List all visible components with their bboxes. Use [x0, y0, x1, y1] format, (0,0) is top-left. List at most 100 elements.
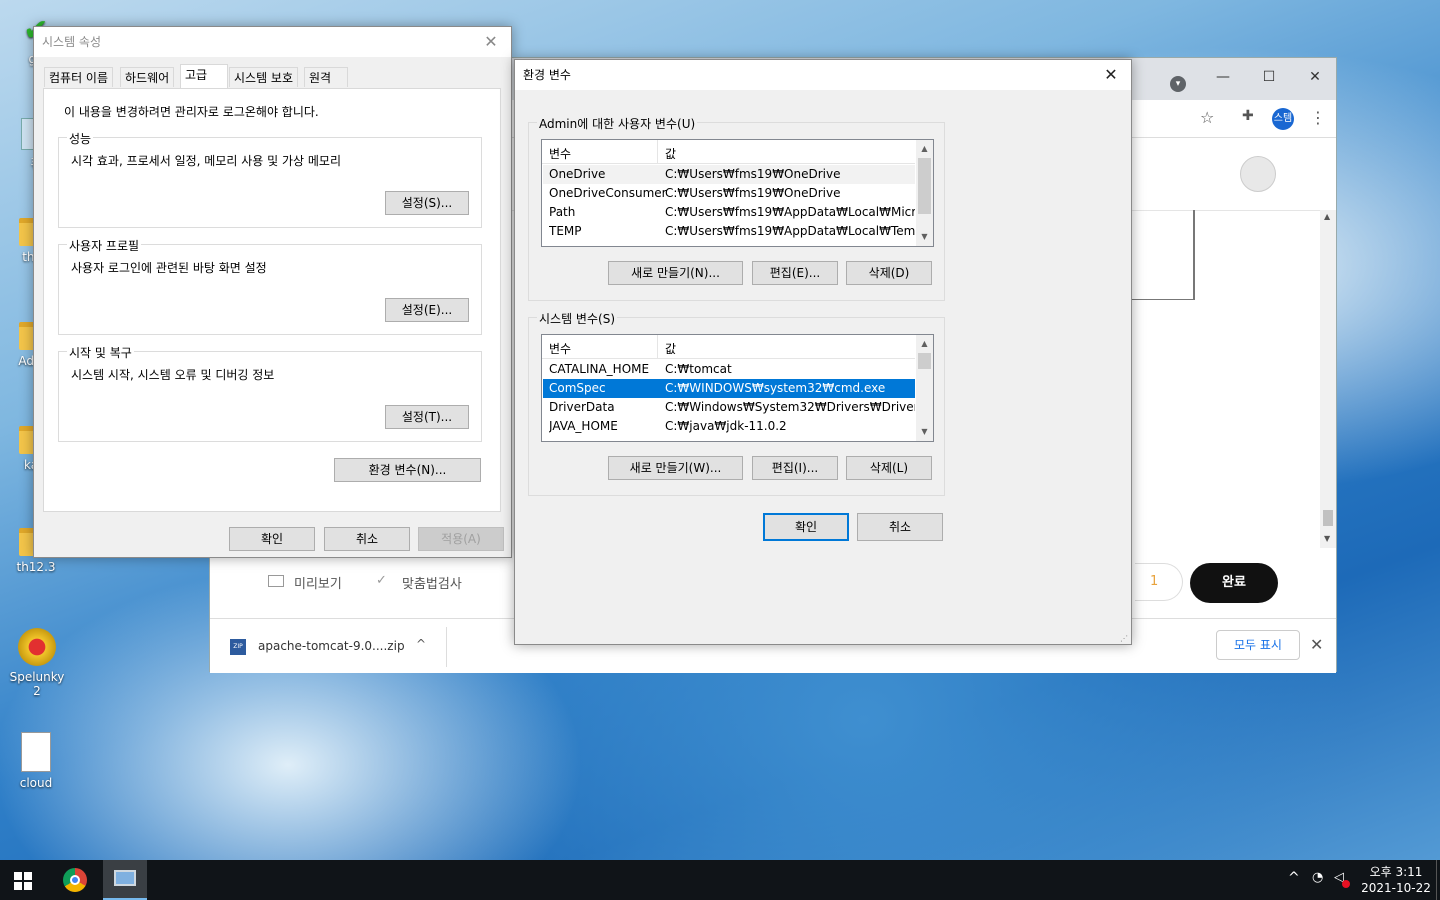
scroll-down-icon[interactable]: ▼ — [916, 232, 933, 241]
preview-button[interactable]: 미리보기 — [294, 573, 342, 592]
start-button-windows-icon[interactable] — [14, 872, 32, 890]
counter-pill — [1135, 563, 1183, 601]
column-header-variable[interactable]: 변수 — [549, 145, 571, 162]
list-item[interactable]: JAVA_HOME C:₩java₩jdk-11.0.2 — [543, 417, 915, 436]
desktop-icon-label: cloud — [19, 776, 53, 790]
variable-value: C:₩Users₩fms19₩AppData₩Local₩Micros... — [665, 205, 915, 219]
column-header-variable[interactable]: 변수 — [549, 340, 571, 357]
show-desktop-button[interactable] — [1436, 860, 1437, 900]
user-variables-group: Admin에 대한 사용자 변수(U) 변수 값 OneDrive C:₩Use… — [528, 115, 945, 301]
list-item-selected[interactable]: ComSpec C:₩WINDOWS₩system32₩cmd.exe — [543, 379, 915, 398]
dialog-titlebar: 환경 변수 — [515, 60, 1131, 90]
tab-computer-name[interactable]: 컴퓨터 이름 — [44, 67, 114, 87]
list-item[interactable]: DriverData C:₩Windows₩System32₩Drivers₩D… — [543, 398, 915, 417]
column-header-value[interactable]: 값 — [665, 145, 676, 162]
extensions-icon[interactable]: ✚ — [1242, 108, 1254, 124]
variable-value: C:₩Users₩fms19₩OneDrive — [665, 167, 841, 181]
performance-group: 성능 시각 효과, 프로세서 일정, 메모리 사용 및 가상 메모리 설정(S)… — [58, 130, 482, 228]
system-list-scrollbar[interactable]: ▲ ▼ — [916, 335, 933, 441]
counter-value: 1 — [1150, 574, 1159, 589]
system-delete-button[interactable]: 삭제(L) — [846, 456, 932, 480]
tab-search-icon[interactable]: ▾ — [1170, 76, 1186, 92]
cloud-avatar-icon[interactable] — [1240, 156, 1276, 192]
performance-settings-button[interactable]: 설정(S)... — [385, 191, 469, 215]
maximize-icon[interactable]: ☐ — [1246, 64, 1292, 90]
apply-button[interactable]: 적용(A) — [418, 527, 504, 551]
group-label: 사용자 프로필 — [67, 237, 142, 254]
user-new-button[interactable]: 새로 만들기(N)... — [608, 261, 743, 285]
variable-value: C:₩WINDOWS₩system32₩cmd.exe — [665, 381, 886, 395]
scroll-thumb[interactable] — [918, 353, 931, 369]
cancel-button[interactable]: 취소 — [324, 527, 410, 551]
scroll-up-icon[interactable]: ▲ — [1324, 212, 1330, 221]
list-header: 변수 값 — [542, 140, 915, 164]
column-header-value[interactable]: 값 — [665, 340, 676, 357]
tab-hardware[interactable]: 하드웨어 — [120, 67, 175, 87]
show-hidden-icons-chevron-icon[interactable]: ^ — [1288, 870, 1300, 886]
tab-advanced[interactable]: 고급 — [180, 64, 228, 88]
variable-name: Path — [549, 205, 576, 219]
done-button[interactable]: 완료 — [1190, 563, 1278, 603]
bookmark-star-icon[interactable]: ☆ — [1200, 108, 1214, 127]
ok-button[interactable]: 확인 — [763, 513, 849, 541]
document-icon — [21, 732, 51, 772]
network-icon[interactable]: ◔ — [1312, 870, 1323, 885]
download-bar-close-icon[interactable]: ✕ — [1310, 635, 1323, 654]
list-item[interactable]: TEMP C:₩Users₩fms19₩AppData₩Local₩Temp — [543, 222, 915, 241]
list-item[interactable]: CATALINA_HOME C:₩tomcat — [543, 360, 915, 379]
environment-variables-dialog: 환경 변수 ✕ Admin에 대한 사용자 변수(U) 변수 값 OneDriv… — [514, 59, 1132, 645]
desktop-icon-spelunky[interactable]: Spelunky 2 — [4, 628, 70, 698]
scroll-thumb[interactable] — [1323, 510, 1333, 526]
system-variables-group: 시스템 변수(S) 변수 값 CATALINA_HOME C:₩tomcat C… — [528, 310, 945, 496]
list-item[interactable]: OneDrive C:₩Users₩fms19₩OneDrive — [543, 165, 915, 184]
profile-avatar[interactable]: 스템 — [1272, 108, 1294, 130]
variable-name: OneDrive — [549, 167, 606, 181]
computer-icon — [114, 870, 136, 886]
tab-system-protection[interactable]: 시스템 보호 — [229, 67, 299, 87]
show-all-button[interactable]: 모두 표시 — [1216, 630, 1300, 660]
menu-icon[interactable]: ⋮ — [1310, 108, 1326, 127]
system-edit-button[interactable]: 편집(I)... — [752, 456, 838, 480]
user-list-scrollbar[interactable]: ▲ ▼ — [916, 140, 933, 246]
system-properties-taskbar-icon[interactable] — [103, 860, 147, 900]
user-delete-button[interactable]: 삭제(D) — [846, 261, 932, 285]
clock-date[interactable]: 2021-10-22 — [1358, 881, 1434, 895]
desktop-icon-cloud[interactable]: cloud — [6, 732, 66, 790]
column-divider — [657, 335, 658, 359]
close-icon[interactable]: ✕ — [1091, 60, 1131, 90]
download-filename[interactable]: apache-tomcat-9.0....zip — [258, 639, 405, 653]
scroll-thumb[interactable] — [918, 158, 931, 214]
chrome-taskbar-icon[interactable] — [63, 868, 87, 892]
list-item[interactable]: Path C:₩Users₩fms19₩AppData₩Local₩Micros… — [543, 203, 915, 222]
variable-name: TEMP — [549, 224, 582, 238]
clock-time[interactable]: 오후 3:11 — [1358, 863, 1434, 880]
close-icon[interactable]: ✕ — [471, 27, 511, 57]
dialog-title: 시스템 속성 — [42, 35, 102, 49]
cancel-button[interactable]: 취소 — [857, 513, 943, 541]
spellcheck-button[interactable]: 맞춤법검사 — [402, 573, 462, 592]
startup-recovery-settings-button[interactable]: 설정(T)... — [385, 405, 469, 429]
group-description: 시각 효과, 프로세서 일정, 메모리 사용 및 가상 메모리 — [71, 154, 341, 168]
scroll-down-icon[interactable]: ▼ — [1324, 534, 1330, 543]
user-edit-button[interactable]: 편집(E)... — [752, 261, 838, 285]
variable-value: C:₩tomcat — [665, 362, 732, 376]
list-item[interactable]: OneDriveConsumer C:₩Users₩fms19₩OneDrive — [543, 184, 915, 203]
ok-button[interactable]: 확인 — [229, 527, 315, 551]
editor-frame — [1132, 210, 1195, 300]
spelunky-icon — [18, 628, 56, 666]
environment-variables-button[interactable]: 환경 변수(N)... — [334, 458, 481, 482]
system-new-button[interactable]: 새로 만들기(W)... — [608, 456, 743, 480]
minimize-icon[interactable]: — — [1200, 64, 1246, 90]
close-icon[interactable]: ✕ — [1292, 64, 1338, 90]
scroll-up-icon[interactable]: ▲ — [916, 339, 933, 348]
page-scrollbar[interactable]: ▲ ▼ — [1320, 210, 1336, 548]
user-profiles-settings-button[interactable]: 설정(E)... — [385, 298, 469, 322]
resize-grip-icon[interactable]: ⋰ — [1120, 634, 1128, 643]
scroll-up-icon[interactable]: ▲ — [916, 144, 933, 153]
tab-remote[interactable]: 원격 — [304, 67, 348, 87]
chevron-up-icon[interactable]: ^ — [416, 637, 426, 651]
user-variables-list[interactable]: 변수 값 OneDrive C:₩Users₩fms19₩OneDrive On… — [541, 139, 934, 247]
system-variables-list[interactable]: 변수 값 CATALINA_HOME C:₩tomcat ComSpec C:₩… — [541, 334, 934, 442]
system-properties-dialog: 시스템 속성 ✕ 컴퓨터 이름 하드웨어 고급 시스템 보호 원격 이 내용을 … — [33, 26, 512, 558]
scroll-down-icon[interactable]: ▼ — [916, 427, 933, 436]
